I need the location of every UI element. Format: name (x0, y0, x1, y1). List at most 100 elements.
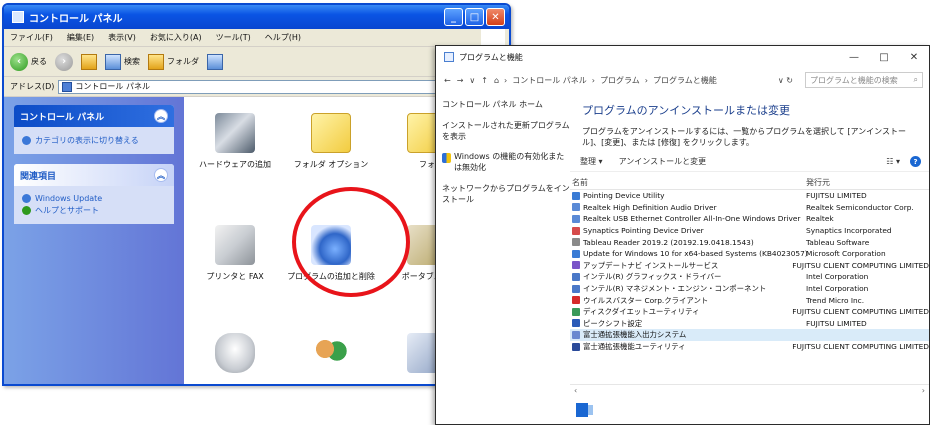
breadcrumb-control-panel[interactable]: コントロール パネル (512, 75, 587, 86)
breadcrumb-programs[interactable]: プログラム (600, 75, 640, 86)
up-folder-button[interactable] (81, 53, 97, 70)
program-row[interactable]: アップデートナビ インストールサービス FUJITSU CLIENT COMPUT… (570, 260, 929, 272)
w10-maximize-button[interactable]: □ (869, 46, 899, 68)
help-support-label: ヘルプとサポート (35, 206, 99, 215)
program-publisher: Intel Corporation (806, 284, 869, 294)
menu-tools[interactable]: ツール(T) (216, 32, 251, 43)
program-name: ウイルスバスター Corp.クライアント (583, 295, 709, 305)
program-row[interactable]: Realtek USB Ethernet Controller All-In-O… (570, 213, 929, 225)
back-arrow-icon[interactable]: ← (444, 76, 451, 85)
address-value: コントロール パネル (75, 82, 150, 91)
up-folder-icon (81, 53, 97, 70)
program-publisher: Microsoft Corporation (806, 249, 886, 259)
program-row[interactable]: 富士通拡張機能入出力システム (570, 329, 929, 341)
program-name: Synaptics Pointing Device Driver (583, 226, 704, 236)
breadcrumb-programs-features[interactable]: プログラムと機能 (653, 75, 717, 86)
mouse-item[interactable] (190, 333, 280, 379)
folders-button[interactable]: フォルダ (148, 53, 199, 70)
program-name: Realtek High Definition Audio Driver (583, 202, 717, 212)
program-name-cell: ピークシフト設定 (570, 318, 806, 329)
search-button[interactable]: 検索 (105, 53, 140, 70)
user-accounts-item[interactable] (286, 333, 376, 379)
breadcrumb[interactable]: ⌂ › コントロール パネル › プログラム › プログラムと機能 ∨ ↻ (494, 75, 799, 86)
program-row[interactable]: Update for Windows 10 for x64-based Syst… (570, 248, 929, 260)
program-row[interactable]: ウイルスバスター Corp.クライアント Trend Micro Inc. (570, 294, 929, 306)
add-hardware-item[interactable]: ハードウェアの追加 (190, 113, 280, 170)
windows-features-link[interactable]: Windows の機能の有効化または無効化 (442, 152, 572, 174)
xp-toolbar: ‹ 戻る › 検索 フォルダ (4, 47, 509, 77)
windows-update-link[interactable]: Windows Update (22, 194, 166, 203)
menu-help[interactable]: ヘルプ(H) (265, 32, 301, 43)
program-row[interactable]: ピークシフト設定 FUJITSU LIMITED (570, 318, 929, 330)
refresh-icon[interactable]: ∨ ↻ (778, 76, 793, 85)
install-from-network-link[interactable]: ネットワークからプログラムをインストール (442, 184, 572, 206)
search-input[interactable]: プログラムと機能の検索 ⌕ (805, 72, 923, 88)
program-row[interactable]: ディスクダイエットユーティリティ FUJITSU CLIENT COMPUTING… (570, 306, 929, 318)
help-support-link[interactable]: ヘルプとサポート (22, 205, 166, 216)
program-name: Pointing Device Utility (583, 191, 665, 201)
w10-window-title: プログラムと機能 (459, 52, 523, 62)
xp-maximize-button[interactable]: □ (465, 8, 484, 26)
control-panel-home-link[interactable]: コントロール パネル ホーム (442, 100, 572, 111)
forward-arrow-icon[interactable]: → (457, 76, 464, 85)
menu-edit[interactable]: 編集(E) (67, 32, 94, 43)
switch-to-category-view-link[interactable]: カテゴリの表示に切り替える (22, 135, 166, 146)
program-name-cell: ウイルスバスター Corp.クライアント (570, 295, 806, 306)
status-icon-part (576, 403, 588, 417)
task-panel-header[interactable]: コントロール パネル ︽ (14, 105, 174, 127)
program-row[interactable]: インテル(R) マネジメント・エンジン・コンポーネント Intel Corpora… (570, 283, 929, 295)
printers-fax-item[interactable]: プリンタと FAX (190, 225, 280, 282)
program-name: インテル(R) グラフィックス・ドライバー (583, 272, 722, 282)
column-header-name[interactable]: 名前 (570, 177, 806, 188)
menu-file[interactable]: ファイル(F) (10, 32, 53, 43)
view-options-icon[interactable]: ☷ ▾ (886, 157, 900, 166)
program-icon (572, 203, 580, 212)
w10-minimize-button[interactable]: — (839, 46, 869, 68)
w10-navigation-bar: ← → ∨ ↑ ⌂ › コントロール パネル › プログラム › プログラムと機… (436, 70, 929, 90)
program-icon (572, 342, 580, 351)
menu-view[interactable]: 表示(V) (108, 32, 136, 43)
program-publisher: FUJITSU CLIENT COMPUTING LIMITED (792, 307, 929, 317)
menu-favorites[interactable]: お気に入り(A) (150, 32, 202, 43)
back-button[interactable]: ‹ 戻る (10, 52, 47, 71)
program-row[interactable]: Realtek High Definition Audio Driver Real… (570, 202, 929, 214)
related-panel-title: 関連項目 (20, 171, 57, 182)
scroll-left-icon[interactable]: ‹ (574, 386, 577, 395)
w10-close-button[interactable]: ✕ (899, 46, 929, 68)
program-publisher: FUJITSU LIMITED (806, 191, 867, 201)
xp-title-bar[interactable]: コントロール パネル (4, 5, 509, 29)
program-icon (572, 319, 580, 328)
uninstall-change-button[interactable]: アンインストールと変更 (619, 156, 707, 167)
xp-close-button[interactable]: ✕ (486, 8, 505, 26)
program-row[interactable]: Tableau Reader 2019.2 (20192.19.0418.154… (570, 236, 929, 248)
views-icon (207, 53, 223, 70)
column-header-publisher[interactable]: 発行元 (806, 177, 929, 188)
program-name: アップデートナビ インストールサービス (583, 260, 719, 270)
program-row[interactable]: インテル(R) グラフィックス・ドライバー Intel Corporation (570, 271, 929, 283)
program-row[interactable]: Pointing Device Utility FUJITSU LIMITED (570, 190, 929, 202)
up-arrow-icon[interactable]: ↑ (481, 76, 488, 85)
xp-window-controls: _ □ ✕ (444, 8, 505, 26)
forward-arrow-icon: › (55, 52, 73, 71)
xp-minimize-button[interactable]: _ (444, 8, 463, 26)
chevron-up-icon[interactable]: ︽ (154, 109, 168, 123)
forward-button[interactable]: › (55, 52, 73, 71)
organize-button[interactable]: 整理 ▾ (580, 156, 603, 167)
chevron-up-icon[interactable]: ︽ (154, 168, 168, 182)
folder-options-item[interactable]: フォルダ オプション (286, 113, 376, 170)
view-installed-updates-link[interactable]: インストールされた更新プログラムを表示 (442, 121, 572, 143)
recent-dropdown-icon[interactable]: ∨ (469, 76, 475, 85)
home-icon: ⌂ (493, 75, 500, 85)
program-icon (572, 307, 580, 316)
horizontal-scrollbar[interactable]: ‹ › (570, 384, 929, 396)
address-input[interactable]: コントロール パネル (58, 79, 499, 94)
related-panel-header[interactable]: 関連項目 ︽ (14, 164, 174, 186)
program-icon (572, 249, 580, 258)
views-button[interactable] (207, 53, 223, 70)
list-header: 名前 発行元 (570, 176, 929, 190)
program-row[interactable]: Synaptics Pointing Device Driver Synaptic… (570, 225, 929, 237)
program-row[interactable]: 富士通拡張機能ユーティリティ FUJITSU CLIENT COMPUTING L… (570, 341, 929, 353)
printer-icon (215, 225, 255, 265)
help-icon[interactable]: ? (910, 156, 921, 167)
scroll-right-icon[interactable]: › (922, 386, 925, 395)
